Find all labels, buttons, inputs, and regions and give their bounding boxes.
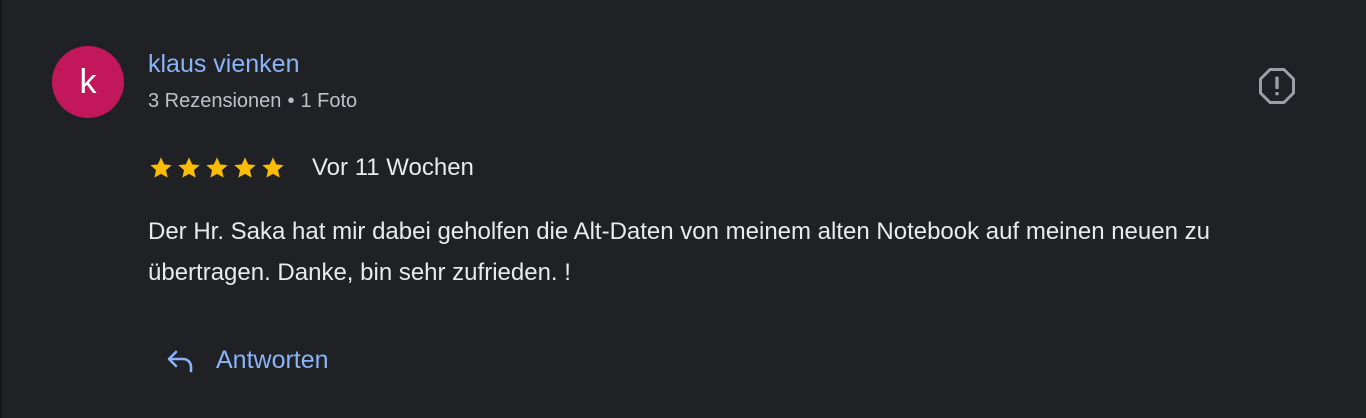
photos-count: 1 Foto (300, 90, 358, 112)
reply-arrow-icon (167, 350, 193, 373)
star-icon (150, 157, 172, 178)
star-icon (206, 157, 228, 178)
star-icon (262, 157, 284, 178)
meta-separator: • (287, 90, 295, 112)
reviews-count: 3 Rezensionen (148, 90, 282, 112)
review-text: Der Hr. Saka hat mir dabei geholfen die … (148, 218, 1210, 286)
author-name-link[interactable]: klaus vienken (148, 50, 299, 79)
star-icon (178, 157, 200, 178)
star-rating (148, 153, 286, 183)
author-meta: 3 Rezensionen • 1 Foto (148, 90, 357, 113)
report-octagon-icon (1259, 68, 1295, 104)
reply-label: Antworten (216, 345, 329, 374)
report-button[interactable] (1258, 67, 1296, 105)
review-card: k klaus vienken 3 Rezensionen • 1 Foto Vor… (0, 0, 1366, 418)
reply-button[interactable]: Antworten (164, 340, 329, 380)
star-icon (234, 157, 256, 178)
avatar-letter: k (79, 63, 97, 101)
avatar[interactable]: k (52, 46, 124, 118)
review-date: Vor 11 Wochen (312, 154, 474, 181)
